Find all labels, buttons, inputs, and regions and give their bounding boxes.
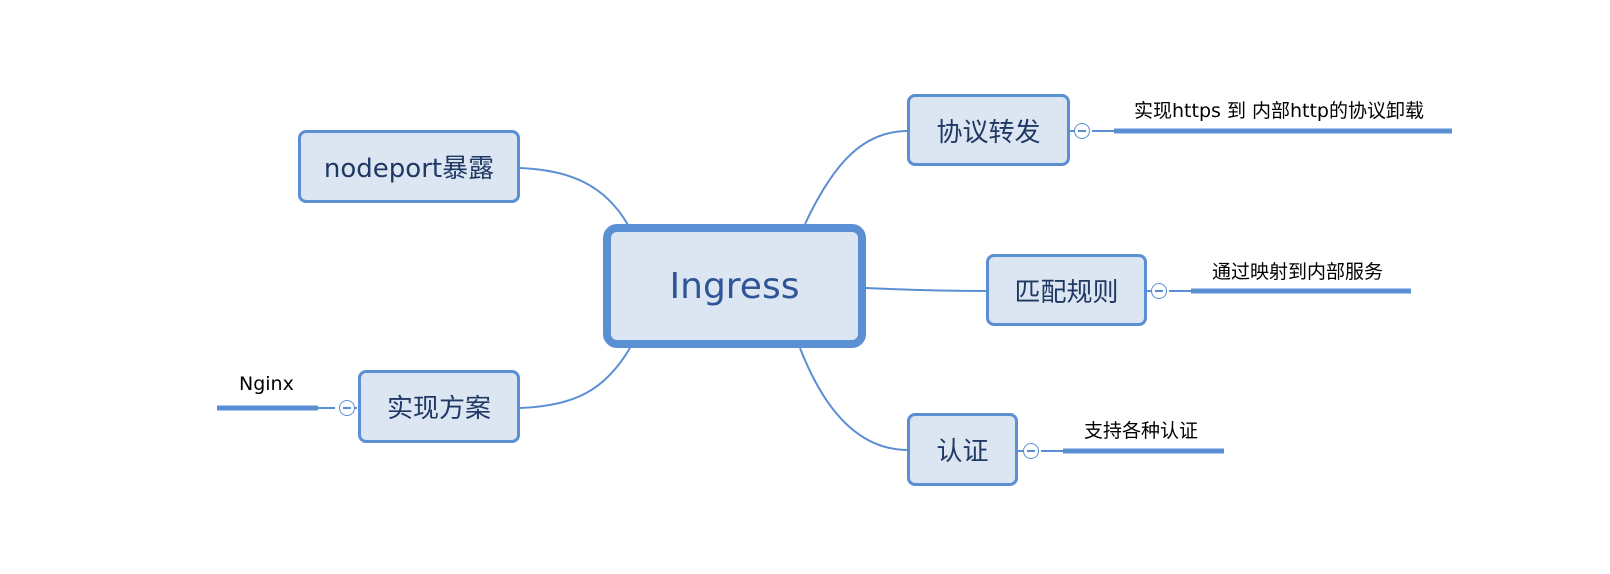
central-topic-label: Ingress [669, 265, 800, 307]
topic-implementation-label: 实现方案 [386, 394, 491, 424]
topic-protocol-label: 协议转发 [936, 117, 1041, 148]
collapse-matching-icon[interactable] [1151, 283, 1167, 299]
detail-implementation[interactable]: Nginx [239, 373, 294, 395]
central-topic[interactable]: Ingress [603, 224, 866, 348]
detail-auth[interactable]: 支持各种认证 [1084, 416, 1198, 443]
topic-implementation[interactable]: 实现方案 [358, 370, 520, 443]
link-protocol [804, 130, 909, 225]
link-matching [865, 287, 989, 292]
link-nodeport [519, 167, 629, 226]
collapse-implementation-icon[interactable] [339, 400, 355, 416]
link-auth [799, 347, 909, 451]
link-implementation [519, 347, 631, 409]
topic-auth[interactable]: 认证 [907, 413, 1018, 486]
topic-nodeport-label: nodeport暴露 [323, 154, 495, 184]
detail-protocol[interactable]: 实现https 到 内部http的协议卸载 [1134, 96, 1424, 123]
mind-map-canvas: Ingress nodeport暴露 实现方案 协议转发 匹配规则 认证 实现h… [0, 0, 1610, 574]
topic-matching[interactable]: 匹配规则 [986, 254, 1147, 326]
topic-matching-label: 匹配规则 [1014, 277, 1119, 308]
detail-matching[interactable]: 通过映射到内部服务 [1212, 257, 1383, 284]
topic-protocol[interactable]: 协议转发 [907, 94, 1070, 166]
topic-nodeport[interactable]: nodeport暴露 [298, 130, 520, 203]
collapse-auth-icon[interactable] [1023, 443, 1039, 459]
collapse-protocol-icon[interactable] [1074, 123, 1090, 139]
topic-auth-label: 认证 [936, 437, 989, 467]
